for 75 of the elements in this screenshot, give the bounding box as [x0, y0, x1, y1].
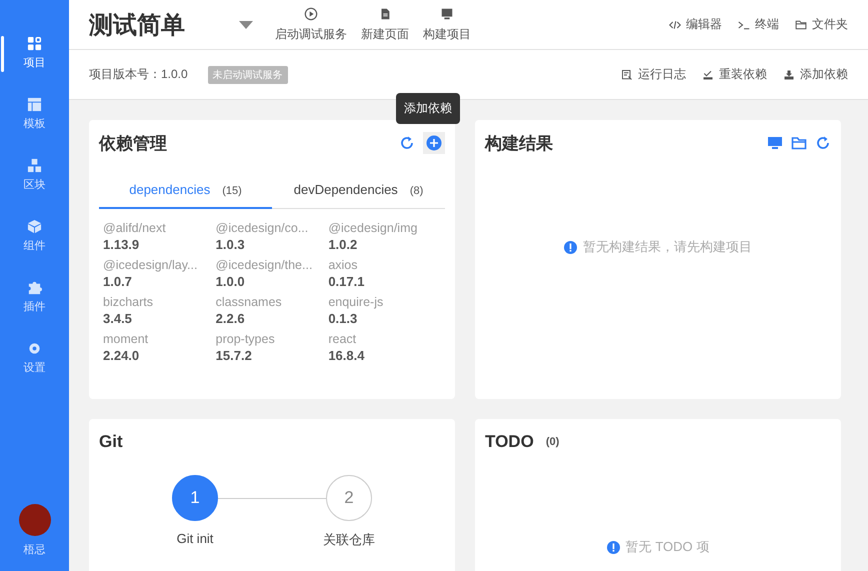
folder-icon — [795, 18, 807, 30]
package-version: 0.17.1 — [328, 274, 366, 289]
step-number[interactable]: 1 — [172, 475, 218, 521]
package-name: moment — [103, 332, 150, 346]
user-name: 梧忌 — [24, 543, 46, 557]
package-name: classnames — [216, 295, 283, 309]
info-icon — [606, 540, 620, 554]
step-number[interactable]: 2 — [326, 475, 372, 521]
log-icon — [621, 68, 633, 80]
gear-icon — [27, 341, 42, 356]
package-version: 15.7.2 — [216, 348, 253, 363]
tab[interactable]: devDependencies (8) — [272, 174, 445, 209]
action-link[interactable]: 运行日志 — [621, 66, 686, 83]
package-version: 2.24.0 — [103, 348, 140, 363]
package-name: @icedesign/the... — [216, 258, 314, 272]
monitor-icon — [440, 6, 454, 20]
toolbar-button[interactable]: 构建项目 — [423, 6, 471, 42]
layout-icon — [27, 97, 42, 112]
package-version: 1.0.7 — [103, 274, 133, 289]
caret-icon[interactable] — [239, 20, 253, 28]
sidebar-item[interactable]: 项目 — [0, 36, 69, 97]
package-version: 3.4.5 — [103, 311, 133, 326]
folder-icon[interactable] — [791, 135, 807, 151]
grid-icon — [27, 36, 42, 51]
step-label: Git init — [176, 531, 214, 546]
project-title: 测试简单 — [89, 10, 186, 40]
package-version: 2.2.6 — [216, 311, 246, 326]
empty-message: 暂无 TODO 项 — [626, 538, 710, 556]
package-version: 16.8.4 — [328, 348, 366, 363]
package-name: enquire-js — [328, 295, 384, 309]
package-name: react — [328, 332, 358, 346]
blocks-icon — [27, 158, 42, 173]
action-link[interactable]: 重装依赖 — [702, 66, 767, 83]
tab[interactable]: dependencies (15) — [99, 174, 272, 209]
code-icon — [669, 18, 681, 30]
step-label: 关联仓库 — [323, 531, 375, 549]
card-title: 依赖管理 — [99, 132, 167, 154]
empty-message: 暂无构建结果，请先构建项目 — [583, 238, 752, 256]
status-badge: 未启动调试服务 — [208, 66, 288, 84]
package-name: @icedesign/img — [328, 221, 418, 235]
download-icon — [783, 68, 795, 80]
avatar[interactable] — [18, 504, 50, 536]
cube-icon — [27, 219, 42, 234]
toolbar-button[interactable]: 启动调试服务 — [275, 6, 347, 42]
package-version: 1.0.3 — [216, 237, 246, 252]
action-link[interactable]: 添加依赖 — [783, 66, 848, 83]
tooltip: 添加依赖 — [396, 93, 460, 124]
puzzle-icon — [27, 280, 42, 295]
card-title: TODO — [485, 432, 534, 452]
add-icon[interactable] — [426, 135, 442, 151]
tool-link[interactable]: 编辑器 — [669, 16, 722, 33]
package-name: @alifd/next — [103, 221, 167, 235]
terminal-icon — [738, 18, 750, 30]
package-version: 0.1.3 — [328, 311, 358, 326]
package-name: bizcharts — [103, 295, 154, 309]
monitor-icon[interactable] — [767, 135, 783, 151]
package-name: axios — [328, 258, 359, 272]
card-title: 构建结果 — [485, 132, 553, 154]
card-title: Git — [99, 432, 123, 452]
package-version: 1.0.0 — [216, 274, 246, 289]
refresh-icon[interactable] — [815, 135, 831, 151]
play-icon — [304, 6, 318, 20]
package-version: 1.0.2 — [328, 237, 358, 252]
info-icon — [564, 240, 577, 254]
tool-link[interactable]: 文件夹 — [795, 16, 848, 33]
package-name: prop-types — [216, 332, 276, 346]
toolbar-button[interactable]: 新建页面 — [361, 6, 409, 42]
package-name: @icedesign/lay... — [103, 258, 198, 272]
version-label: 项目版本号：1.0.0 — [89, 66, 188, 83]
tool-link[interactable]: 终端 — [738, 16, 779, 33]
package-name: @icedesign/co... — [216, 221, 310, 235]
refresh-icon[interactable] — [399, 135, 415, 151]
todo-count: (0) — [546, 436, 560, 448]
checkmark-icon — [702, 68, 714, 80]
package-version: 1.13.9 — [103, 237, 140, 252]
